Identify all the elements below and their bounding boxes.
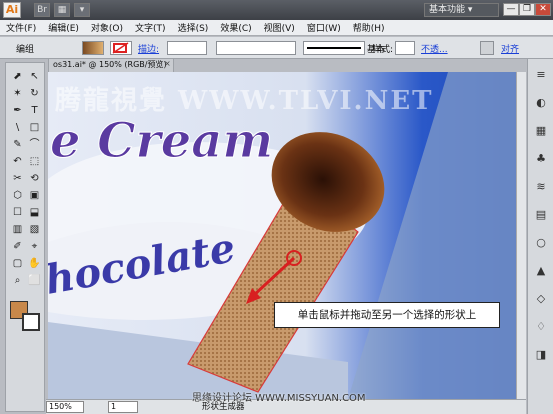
tool-icon-24[interactable]: ⌕ <box>10 273 25 288</box>
menu-file[interactable]: 文件(F) <box>0 21 42 34</box>
menu-type[interactable]: 文字(T) <box>129 21 172 34</box>
menu-help[interactable]: 帮助(H) <box>347 21 391 34</box>
tool-icon-7[interactable]: □ <box>27 120 42 135</box>
stroke-color-swatch[interactable] <box>22 313 40 331</box>
panel-icon-1[interactable]: ◐ <box>533 95 549 111</box>
panel-dock: ≡ ◐ ▦ ♣ ≋ ▤ ○ ▲ ◇ ♢ ◨ <box>527 59 553 414</box>
tool-icon-1[interactable]: ↖ <box>27 69 42 84</box>
control-bar: 编组 描边: 基本 样式: 不透... 对齐 <box>0 37 553 59</box>
tool-icon-3[interactable]: ↻ <box>27 86 42 101</box>
document-tab[interactable]: os31.ai* @ 150% (RGB/预览) <box>48 58 174 72</box>
tool-icon-13[interactable]: ⟲ <box>27 171 42 186</box>
tool-icon-0[interactable]: ⬈ <box>10 69 25 84</box>
tool-icon-25[interactable]: ⬜ <box>27 273 42 288</box>
menu-edit[interactable]: 编辑(E) <box>42 21 85 34</box>
no-stroke-icon <box>112 42 129 54</box>
panel-icon-2[interactable]: ▦ <box>533 123 549 139</box>
arrange-documents-icon[interactable]: ▦ <box>54 3 70 17</box>
tool-icon-9[interactable]: ⌒ <box>27 137 42 152</box>
tool-icon-4[interactable]: ✒ <box>10 103 25 118</box>
style-label: 样式: <box>372 45 394 55</box>
panel-icon-4[interactable]: ≋ <box>533 179 549 195</box>
panel-icon-0[interactable]: ≡ <box>533 67 549 83</box>
tab-close-icon[interactable]: × <box>164 60 172 68</box>
document-setup-icon[interactable] <box>480 41 494 55</box>
tool-icon-16[interactable]: ☐ <box>10 205 25 220</box>
stroke-swatch[interactable] <box>110 41 132 55</box>
watermark-bottom: 思缘设计论坛 WWW.MISSYUAN.COM <box>192 393 366 404</box>
tool-icon-10[interactable]: ↶ <box>10 154 25 169</box>
opacity-link[interactable]: 不透... <box>421 42 448 55</box>
brush-stroke-preview <box>307 47 361 49</box>
panel-icon-6[interactable]: ○ <box>533 235 549 251</box>
watermark-top: 腾龍視覺 WWW.TLVI.NET <box>55 86 434 116</box>
close-button[interactable]: ✕ <box>535 3 551 16</box>
tool-icon-11[interactable]: ⬚ <box>27 154 42 169</box>
graphic-style-select[interactable] <box>395 41 415 55</box>
align-link[interactable]: 对齐 <box>501 42 519 55</box>
tool-icon-8[interactable]: ✎ <box>10 137 25 152</box>
artwork-title-top: e Cream <box>50 113 273 169</box>
variable-width-select[interactable] <box>216 41 296 55</box>
stroke-weight-input[interactable] <box>167 41 207 55</box>
tool-icon-18[interactable]: ▥ <box>10 222 25 237</box>
zoom-select[interactable]: 150% <box>46 401 84 413</box>
panel-icon-3[interactable]: ♣ <box>533 151 549 167</box>
restore-button[interactable]: ❐ <box>519 3 535 16</box>
panel-icon-5[interactable]: ▤ <box>533 207 549 223</box>
tool-icon-17[interactable]: ⬓ <box>27 205 42 220</box>
workspace-switcher[interactable]: 基本功能 ▾ <box>424 3 499 17</box>
page-select[interactable]: 1 <box>108 401 138 413</box>
tool-icon-15[interactable]: ▣ <box>27 188 42 203</box>
panel-icon-9[interactable]: ♢ <box>533 319 549 335</box>
artwork: e Cream hocolate <box>48 72 516 399</box>
minimize-button[interactable]: — <box>503 3 519 16</box>
tool-icon-6[interactable]: \ <box>10 120 25 135</box>
tool-icon-12[interactable]: ✂ <box>10 171 25 186</box>
menu-window[interactable]: 窗口(W) <box>301 21 347 34</box>
vertical-scrollbar[interactable] <box>516 72 526 399</box>
title-bar: Ai Br ▦ ▾ 基本功能 ▾ — ❐ ✕ <box>0 0 553 20</box>
fill-swatch[interactable] <box>82 41 104 55</box>
brush-definition-select[interactable] <box>303 41 365 55</box>
tool-icon-21[interactable]: ⌖ <box>27 239 42 254</box>
view-options-icon[interactable]: ▾ <box>74 3 90 17</box>
menu-view[interactable]: 视图(V) <box>258 21 301 34</box>
tools-panel: ⬈ ↖ ✶ ↻ ✒ T \ □ ✎ ⌒ ↶ ⬚ ✂ ⟲ ⬡ ▣ ☐ ⬓ ▥ ▧ ✐ ⌖ ▢ ✋ ⌕ ⬜ <box>5 62 45 412</box>
tool-icon-14[interactable]: ⬡ <box>10 188 25 203</box>
tool-icon-23[interactable]: ✋ <box>27 256 42 271</box>
selection-type-label: 编组 <box>16 45 35 55</box>
stroke-link[interactable]: 描边: <box>138 42 159 55</box>
panel-icon-8[interactable]: ◇ <box>533 291 549 307</box>
tool-icon-2[interactable]: ✶ <box>10 86 25 101</box>
menu-effect[interactable]: 效果(C) <box>214 21 257 34</box>
tool-icon-22[interactable]: ▢ <box>10 256 25 271</box>
panel-icon-10[interactable]: ◨ <box>533 347 549 363</box>
instruction-callout: 单击鼠标并拖动至另一个选择的形状上 <box>274 302 500 328</box>
menu-bar: 文件(F) 编辑(E) 对象(O) 文字(T) 选择(S) 效果(C) 视图(V… <box>0 20 553 36</box>
panel-icon-7[interactable]: ▲ <box>533 263 549 279</box>
app-logo-icon: Ai <box>3 2 21 18</box>
tool-icon-20[interactable]: ✐ <box>10 239 25 254</box>
artboard-canvas[interactable]: e Cream hocolate <box>48 72 516 399</box>
menu-object[interactable]: 对象(O) <box>85 21 129 34</box>
bridge-icon[interactable]: Br <box>34 3 50 17</box>
menu-select[interactable]: 选择(S) <box>172 21 215 34</box>
tool-icon-5[interactable]: T <box>27 103 42 118</box>
tool-icon-19[interactable]: ▧ <box>27 222 42 237</box>
